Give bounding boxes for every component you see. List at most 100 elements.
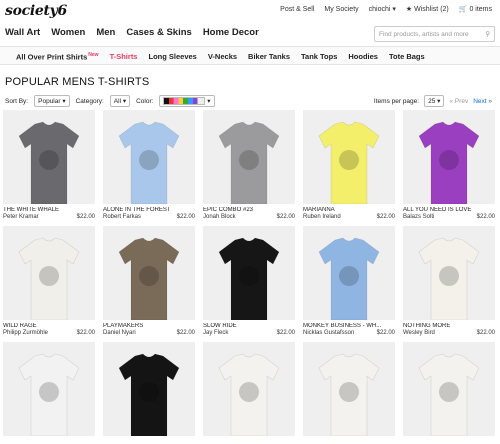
product-thumbnail[interactable] bbox=[303, 226, 395, 320]
product-card[interactable]: ALL YOU NEED IS LOVE Balazs Solti $22.00 bbox=[403, 110, 495, 220]
new-badge: New bbox=[88, 52, 99, 58]
t-shirt-image bbox=[418, 237, 480, 320]
wishlist-label: Wishlist (2) bbox=[414, 6, 449, 13]
nav-women[interactable]: Women bbox=[51, 27, 85, 38]
product-title[interactable]: MONKEY BUSINESS - WH... bbox=[303, 323, 395, 329]
product-thumbnail[interactable] bbox=[203, 342, 295, 436]
product-card[interactable] bbox=[303, 342, 395, 440]
search-input[interactable]: Find products, artists and more ⚲ bbox=[374, 26, 495, 42]
product-title[interactable]: EPIC COMBO #23 bbox=[203, 207, 295, 213]
nav-men[interactable]: Men bbox=[96, 27, 115, 38]
product-card[interactable] bbox=[403, 342, 495, 440]
product-artist[interactable]: Balazs Solti bbox=[403, 214, 434, 220]
product-artist[interactable]: Nicklas Gustafsson bbox=[303, 330, 354, 336]
product-artist[interactable]: Robert Farkas bbox=[103, 214, 141, 220]
search-icon[interactable]: ⚲ bbox=[485, 30, 490, 38]
product-title[interactable]: WILD RAGE bbox=[3, 323, 95, 329]
t-shirt-image bbox=[18, 237, 80, 320]
prev-page-link[interactable]: « Prev bbox=[449, 98, 468, 105]
color-swatch-strip bbox=[163, 97, 206, 106]
product-price: $22.00 bbox=[176, 330, 195, 336]
subnav-tank-tops[interactable]: Tank Tops bbox=[301, 52, 337, 62]
product-card[interactable] bbox=[103, 342, 195, 440]
product-thumbnail[interactable] bbox=[403, 226, 495, 320]
search-placeholder: Find products, artists and more bbox=[379, 30, 469, 38]
t-shirt-image bbox=[318, 353, 380, 436]
product-thumbnail[interactable] bbox=[103, 342, 195, 436]
t-shirt-image bbox=[418, 121, 480, 204]
product-card[interactable]: EPIC COMBO #23 Jonah Block $22.00 bbox=[203, 110, 295, 220]
product-price: $22.00 bbox=[476, 330, 495, 336]
user-menu[interactable]: chiochi ▾ bbox=[369, 5, 396, 13]
product-thumbnail[interactable] bbox=[403, 342, 495, 436]
nav-home-decor[interactable]: Home Decor bbox=[203, 27, 259, 38]
my-society-link[interactable]: My Society bbox=[324, 6, 358, 13]
sort-select[interactable]: Popular ▾ bbox=[34, 95, 70, 108]
nav-wall-art[interactable]: Wall Art bbox=[5, 27, 40, 38]
product-card[interactable]: SLOW RIDE Jay Fleck $22.00 bbox=[203, 226, 295, 336]
subnav-biker-tanks[interactable]: Biker Tanks bbox=[248, 52, 290, 62]
product-thumbnail[interactable] bbox=[3, 342, 95, 436]
product-artist[interactable]: Philipp Zurmöhle bbox=[3, 330, 48, 336]
product-price: $22.00 bbox=[276, 330, 295, 336]
per-page-label: Items per page: bbox=[373, 97, 420, 105]
color-select[interactable]: ▾ bbox=[159, 95, 215, 108]
subnav-v-necks[interactable]: V-Necks bbox=[208, 52, 237, 62]
post-sell-link[interactable]: Post & Sell bbox=[280, 6, 314, 13]
sort-value: Popular bbox=[38, 98, 61, 106]
product-thumbnail[interactable] bbox=[303, 342, 395, 436]
product-thumbnail[interactable] bbox=[3, 110, 95, 204]
product-card[interactable]: THE WHITE WHALE Peter Kramar $22.00 bbox=[3, 110, 95, 220]
star-icon: ★ bbox=[405, 6, 413, 13]
wishlist-link[interactable]: ★ Wishlist (2) bbox=[406, 5, 449, 13]
product-artist[interactable]: Daniel Nyari bbox=[103, 330, 136, 336]
product-thumbnail[interactable] bbox=[103, 110, 195, 204]
per-page-select[interactable]: 25 ▾ bbox=[424, 95, 445, 107]
main-nav: Wall Art Women Men Cases & Skins Home De… bbox=[5, 27, 259, 38]
product-title[interactable]: NOTHING MORE bbox=[403, 323, 495, 329]
next-page-link[interactable]: Next » bbox=[473, 98, 492, 105]
user-name: chiochi bbox=[368, 6, 391, 13]
product-price: $22.00 bbox=[76, 214, 95, 220]
product-thumbnail[interactable] bbox=[103, 226, 195, 320]
product-card[interactable]: ALONE IN THE FOREST Robert Farkas $22.00 bbox=[103, 110, 195, 220]
nav-cases-skins[interactable]: Cases & Skins bbox=[126, 27, 191, 38]
per-page-value: 25 bbox=[428, 98, 436, 105]
product-thumbnail[interactable] bbox=[3, 226, 95, 320]
product-thumbnail[interactable] bbox=[203, 110, 295, 204]
product-card[interactable]: NOTHING MORE Wesley Bird $22.00 bbox=[403, 226, 495, 336]
product-title[interactable]: SLOW RIDE bbox=[203, 323, 295, 329]
society6-logo[interactable]: society6 bbox=[5, 3, 67, 19]
subnav-long-sleeves[interactable]: Long Sleeves bbox=[148, 52, 196, 62]
subnav-tote-bags[interactable]: Tote Bags bbox=[389, 52, 425, 62]
product-thumbnail[interactable] bbox=[303, 110, 395, 204]
subnav-hoodies[interactable]: Hoodies bbox=[348, 52, 378, 62]
product-card[interactable] bbox=[3, 342, 95, 440]
cart-link[interactable]: 🛒 0 items bbox=[459, 5, 492, 13]
product-card[interactable]: WILD RAGE Philipp Zurmöhle $22.00 bbox=[3, 226, 95, 336]
product-title[interactable]: ALONE IN THE FOREST bbox=[103, 207, 195, 213]
product-title[interactable]: ALL YOU NEED IS LOVE bbox=[403, 207, 495, 213]
product-card[interactable]: PLAYMAKERS Daniel Nyari $22.00 bbox=[103, 226, 195, 336]
subnav-t-shirts[interactable]: T-Shirts bbox=[110, 52, 138, 62]
product-artist[interactable]: Ruben Ireland bbox=[303, 214, 341, 220]
product-artist[interactable]: Wesley Bird bbox=[403, 330, 435, 336]
chevron-down-icon: ▾ bbox=[392, 6, 396, 13]
product-thumbnail[interactable] bbox=[403, 110, 495, 204]
category-select[interactable]: All ▾ bbox=[109, 95, 131, 108]
product-artist[interactable]: Jonah Block bbox=[203, 214, 236, 220]
cart-label: 0 items bbox=[469, 6, 492, 13]
subnav-all-over-print[interactable]: All Over Print ShirtsNew bbox=[16, 52, 99, 62]
product-title[interactable]: THE WHITE WHALE bbox=[3, 207, 95, 213]
t-shirt-image bbox=[18, 353, 80, 436]
t-shirt-image bbox=[118, 237, 180, 320]
product-card[interactable]: MARIANNA Ruben Ireland $22.00 bbox=[303, 110, 395, 220]
product-card[interactable] bbox=[203, 342, 295, 440]
product-title[interactable]: MARIANNA bbox=[303, 207, 395, 213]
product-thumbnail[interactable] bbox=[203, 226, 295, 320]
t-shirt-image bbox=[218, 353, 280, 436]
product-title[interactable]: PLAYMAKERS bbox=[103, 323, 195, 329]
product-card[interactable]: MONKEY BUSINESS - WH... Nicklas Gustafsso… bbox=[303, 226, 395, 336]
product-artist[interactable]: Peter Kramar bbox=[3, 214, 39, 220]
product-artist[interactable]: Jay Fleck bbox=[203, 330, 228, 336]
